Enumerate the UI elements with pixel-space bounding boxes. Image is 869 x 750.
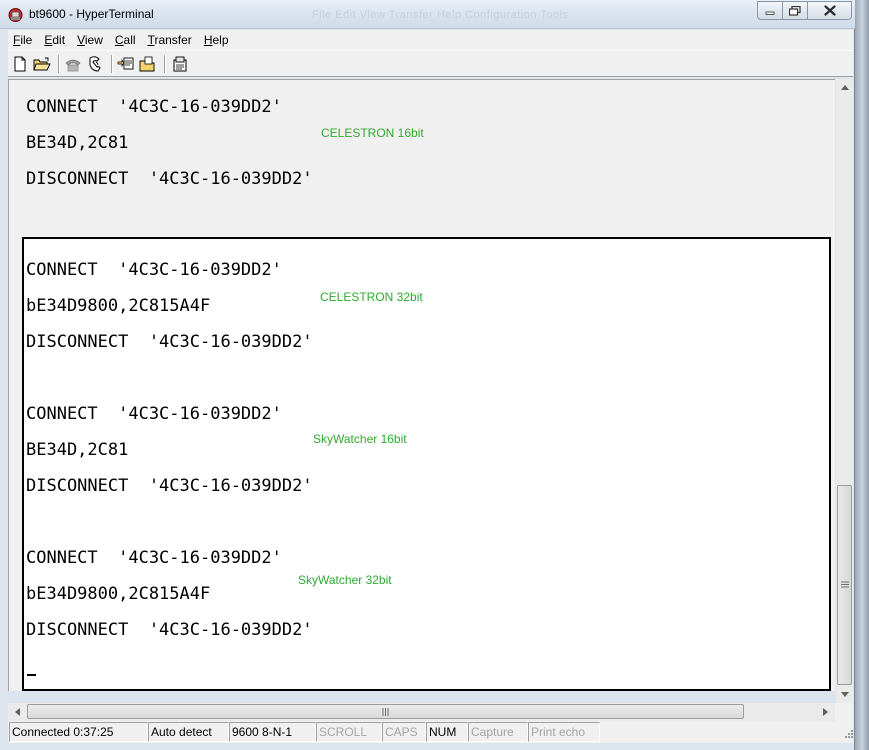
send-icon [117, 57, 134, 70]
grip-icon [841, 581, 849, 588]
toolbar [8, 50, 853, 77]
status-caps: CAPS [382, 722, 426, 742]
terminal-area[interactable]: CONNECT '4C3C-16-039DD2' BE34D,2C81 DISC… [8, 79, 835, 691]
menu-file[interactable]: File [8, 30, 38, 50]
close-icon [823, 5, 836, 16]
minimize-icon [765, 11, 775, 15]
receive-icon [139, 56, 155, 72]
menu-view-label: iew [84, 33, 103, 47]
terminal-line: CONNECT '4C3C-16-039DD2' [26, 97, 282, 117]
scroll-left-button[interactable] [9, 703, 26, 721]
menu-edit-label: dit [52, 33, 66, 47]
status-detect: Auto detect [148, 722, 229, 742]
scrollbar-corner [835, 703, 853, 721]
open-icon [33, 57, 51, 70]
properties-button[interactable] [170, 54, 190, 74]
dial-icon [89, 55, 101, 72]
status-connected: Connected 0:37:25 [9, 722, 148, 742]
scroll-down-button[interactable] [836, 686, 853, 703]
terminal-screen-highlight[interactable]: CONNECT '4C3C-16-039DD2' bE34D9800,2C815… [22, 237, 831, 691]
status-bar: Connected 0:37:25 Auto detect 9600 8-N-1… [8, 721, 853, 743]
arrow-down-icon [840, 692, 849, 697]
terminal-line: bE34D9800,2C815A4F [26, 296, 211, 316]
annotation-label: SkyWatcher 32bit [298, 573, 392, 587]
title-bar[interactable]: bt9600 - HyperTerminal File Edit View Tr… [0, 0, 855, 29]
hyperterminal-window: bt9600 - HyperTerminal File Edit View Tr… [0, 0, 855, 750]
scroll-right-button[interactable] [817, 703, 834, 721]
menu-view-accelerator: V [77, 33, 85, 47]
terminal-line: BE34D,2C81 [26, 440, 129, 460]
properties-icon [173, 56, 187, 72]
receive-button[interactable] [138, 54, 158, 74]
status-scroll: SCROLL [316, 722, 382, 742]
terminal-line: CONNECT '4C3C-16-039DD2' [26, 548, 282, 568]
menu-transfer-label: ransfer [154, 33, 192, 47]
terminal-line: DISCONNECT '4C3C-16-039DD2' [26, 169, 313, 189]
window-title: bt9600 - HyperTerminal [29, 7, 154, 21]
menu-transfer[interactable]: Transfer [142, 30, 198, 50]
toolbar-separator [58, 55, 60, 73]
vertical-scroll-thumb[interactable] [837, 485, 852, 685]
menu-file-label: ile [20, 33, 33, 47]
menu-view[interactable]: View [71, 30, 109, 50]
toolbar-separator [164, 55, 166, 73]
terminal-line: DISCONNECT '4C3C-16-039DD2' [26, 332, 313, 352]
menu-help-label: elp [212, 33, 229, 47]
scroll-up-button[interactable] [836, 79, 853, 96]
menu-call-label: all [123, 33, 136, 47]
terminal-line: CONNECT '4C3C-16-039DD2' [26, 404, 282, 424]
terminal-line: CONNECT '4C3C-16-039DD2' [26, 260, 282, 280]
menu-call-accelerator: C [114, 33, 124, 47]
menu-call[interactable]: Call [109, 30, 142, 50]
restore-icon [789, 5, 801, 16]
disconnect-button[interactable] [63, 54, 83, 74]
toolbar-separator [111, 55, 113, 73]
new-icon [14, 56, 26, 72]
status-print-echo: Print echo [528, 722, 600, 742]
terminal-line: BE34D,2C81 [26, 133, 129, 153]
menu-bar: File Edit View Call Transfer Help [8, 30, 853, 50]
menu-help[interactable]: Help [198, 30, 235, 50]
menu-edit[interactable]: Edit [38, 30, 71, 50]
status-port-settings: 9600 8-N-1 [229, 722, 316, 742]
grip-icon [382, 707, 389, 716]
minimize-button[interactable] [757, 1, 783, 20]
background-window-edge [855, 0, 869, 750]
close-button[interactable] [807, 1, 852, 20]
text-cursor [27, 674, 36, 676]
status-capture: Capture [468, 722, 528, 742]
horizontal-scroll-thumb[interactable] [27, 704, 744, 719]
send-button[interactable] [116, 54, 136, 74]
open-button[interactable] [32, 54, 52, 74]
background-window-menu-ghost: File Edit View Transfer Help Configurati… [312, 9, 569, 21]
dial-button[interactable] [85, 54, 105, 74]
horizontal-scrollbar[interactable] [8, 703, 835, 721]
restore-button[interactable] [782, 1, 808, 20]
annotation-label: SkyWatcher 16bit [313, 432, 407, 446]
terminal-line: DISCONNECT '4C3C-16-039DD2' [26, 476, 313, 496]
resize-grip-icon[interactable] [842, 729, 853, 740]
arrow-right-icon [823, 708, 828, 716]
disconnect-icon [65, 59, 81, 71]
terminal-line: bE34D9800,2C815A4F [26, 584, 211, 604]
arrow-up-icon [840, 85, 849, 90]
annotation-label: CELESTRON 32bit [320, 290, 423, 304]
status-num: NUM [426, 722, 468, 742]
annotation-label: CELESTRON 16bit [321, 126, 424, 140]
vertical-scrollbar[interactable] [835, 79, 853, 703]
arrow-left-icon [15, 708, 20, 716]
new-connection-button[interactable] [10, 54, 30, 74]
terminal-line: DISCONNECT '4C3C-16-039DD2' [26, 620, 313, 640]
hyperterminal-app-icon[interactable] [7, 6, 24, 23]
